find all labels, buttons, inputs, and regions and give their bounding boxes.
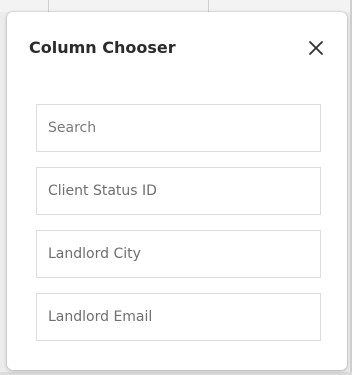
- dialog-header: Column Chooser: [7, 12, 347, 88]
- column-chooser-dialog: Column Chooser Client Status ID Landlord…: [7, 12, 347, 370]
- column-item-landlord-email[interactable]: Landlord Email: [36, 293, 321, 341]
- search-input[interactable]: [48, 105, 308, 151]
- column-item-label: Landlord City: [48, 246, 141, 262]
- column-list: Client Status ID Landlord City Landlord …: [36, 104, 321, 341]
- dialog-title: Column Chooser: [29, 38, 176, 57]
- close-button[interactable]: [305, 37, 327, 59]
- search-field[interactable]: [36, 104, 321, 152]
- background-app-strip: [0, 0, 352, 12]
- column-item-landlord-city[interactable]: Landlord City: [36, 230, 321, 278]
- close-icon: [309, 41, 323, 55]
- column-item-label: Landlord Email: [48, 309, 153, 325]
- column-item-client-status-id[interactable]: Client Status ID: [36, 167, 321, 215]
- column-item-label: Client Status ID: [48, 183, 157, 199]
